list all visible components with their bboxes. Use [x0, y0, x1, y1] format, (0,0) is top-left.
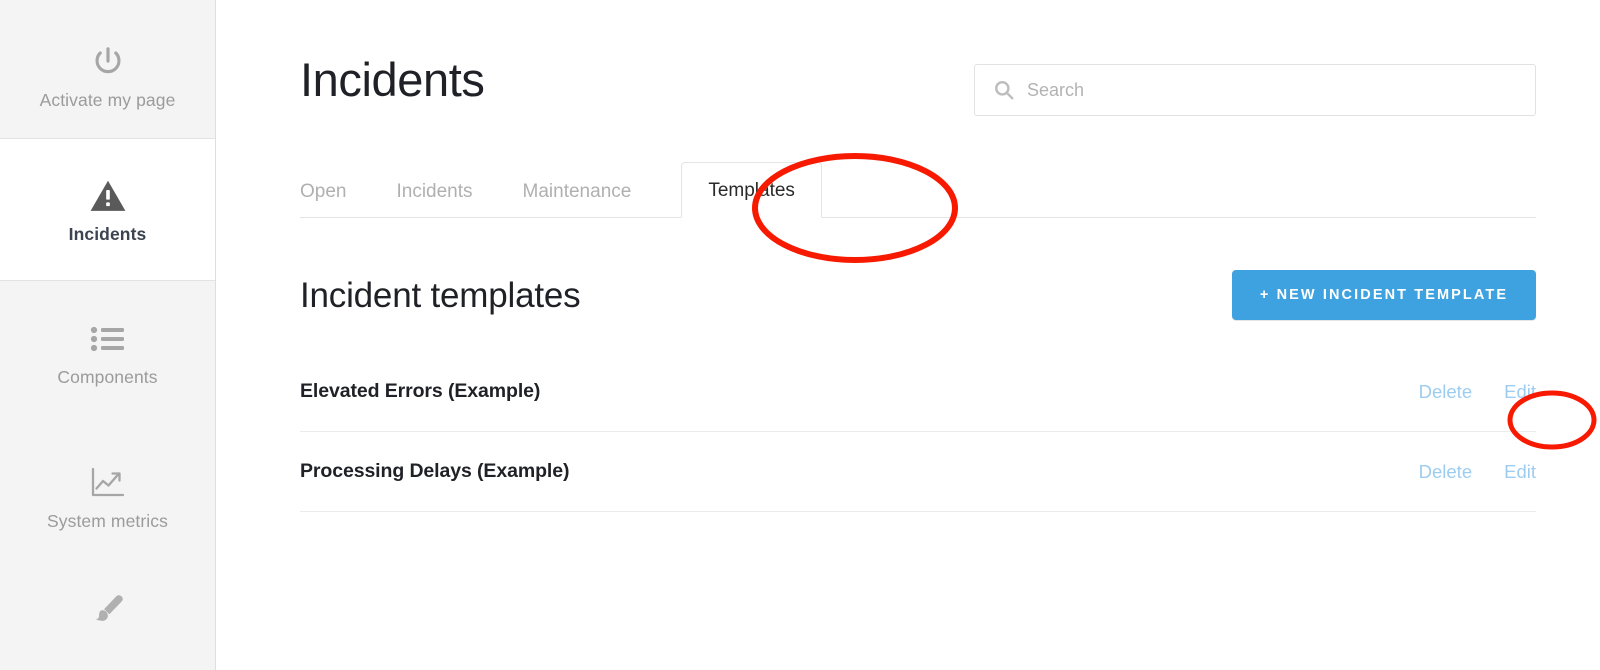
search-input[interactable]	[974, 64, 1536, 116]
edit-link[interactable]: Edit	[1504, 381, 1536, 403]
main-content: Incidents Open Incidents Maintenance Tem…	[216, 0, 1600, 670]
tab-maintenance[interactable]: Maintenance	[523, 182, 632, 217]
warning-triangle-icon	[89, 176, 127, 216]
template-name: Processing Delays (Example)	[300, 460, 570, 482]
power-icon	[90, 42, 126, 82]
incident-templates-list: Elevated Errors (Example) Delete Edit Pr…	[300, 352, 1536, 512]
tab-incidents[interactable]: Incidents	[396, 182, 472, 217]
page-title: Incidents	[300, 53, 485, 106]
sidebar-item-label: Components	[57, 366, 158, 387]
sidebar-item-label: Activate my page	[39, 90, 176, 110]
sidebar-item-customize[interactable]	[0, 569, 215, 670]
sidebar-item-label: Incidents	[68, 223, 147, 244]
edit-link[interactable]: Edit	[1504, 461, 1536, 483]
sidebar-item-system-metrics[interactable]: System metrics	[0, 425, 215, 569]
section-header: Incident templates + NEW INCIDENT TEMPLA…	[300, 270, 1536, 320]
chart-line-icon	[89, 463, 127, 503]
template-name: Elevated Errors (Example)	[300, 380, 541, 402]
list-icon	[90, 319, 126, 359]
tab-templates[interactable]: Templates	[681, 162, 822, 218]
delete-link[interactable]: Delete	[1419, 381, 1472, 403]
new-incident-template-button[interactable]: + NEW INCIDENT TEMPLATE	[1232, 270, 1536, 320]
table-row: Elevated Errors (Example) Delete Edit	[300, 352, 1536, 432]
sidebar-item-label: System metrics	[47, 510, 168, 531]
section-title: Incident templates	[300, 275, 581, 315]
delete-link[interactable]: Delete	[1419, 461, 1472, 483]
tab-bar: Open Incidents Maintenance Templates	[300, 158, 1536, 218]
sidebar-item-activate-my-page[interactable]: Activate my page	[0, 0, 215, 139]
row-actions: Delete Edit	[1419, 381, 1536, 403]
app-root: Activate my page Incidents Components Sy…	[0, 0, 1600, 670]
sidebar-item-components[interactable]: Components	[0, 281, 215, 425]
search-box[interactable]	[974, 64, 1536, 116]
paintbrush-icon	[88, 591, 128, 631]
row-actions: Delete Edit	[1419, 461, 1536, 483]
table-row: Processing Delays (Example) Delete Edit	[300, 432, 1536, 512]
sidebar-item-incidents[interactable]: Incidents	[0, 139, 215, 281]
page-header: Incidents	[300, 0, 1536, 116]
sidebar: Activate my page Incidents Components Sy…	[0, 0, 216, 670]
tab-open[interactable]: Open	[300, 182, 346, 217]
